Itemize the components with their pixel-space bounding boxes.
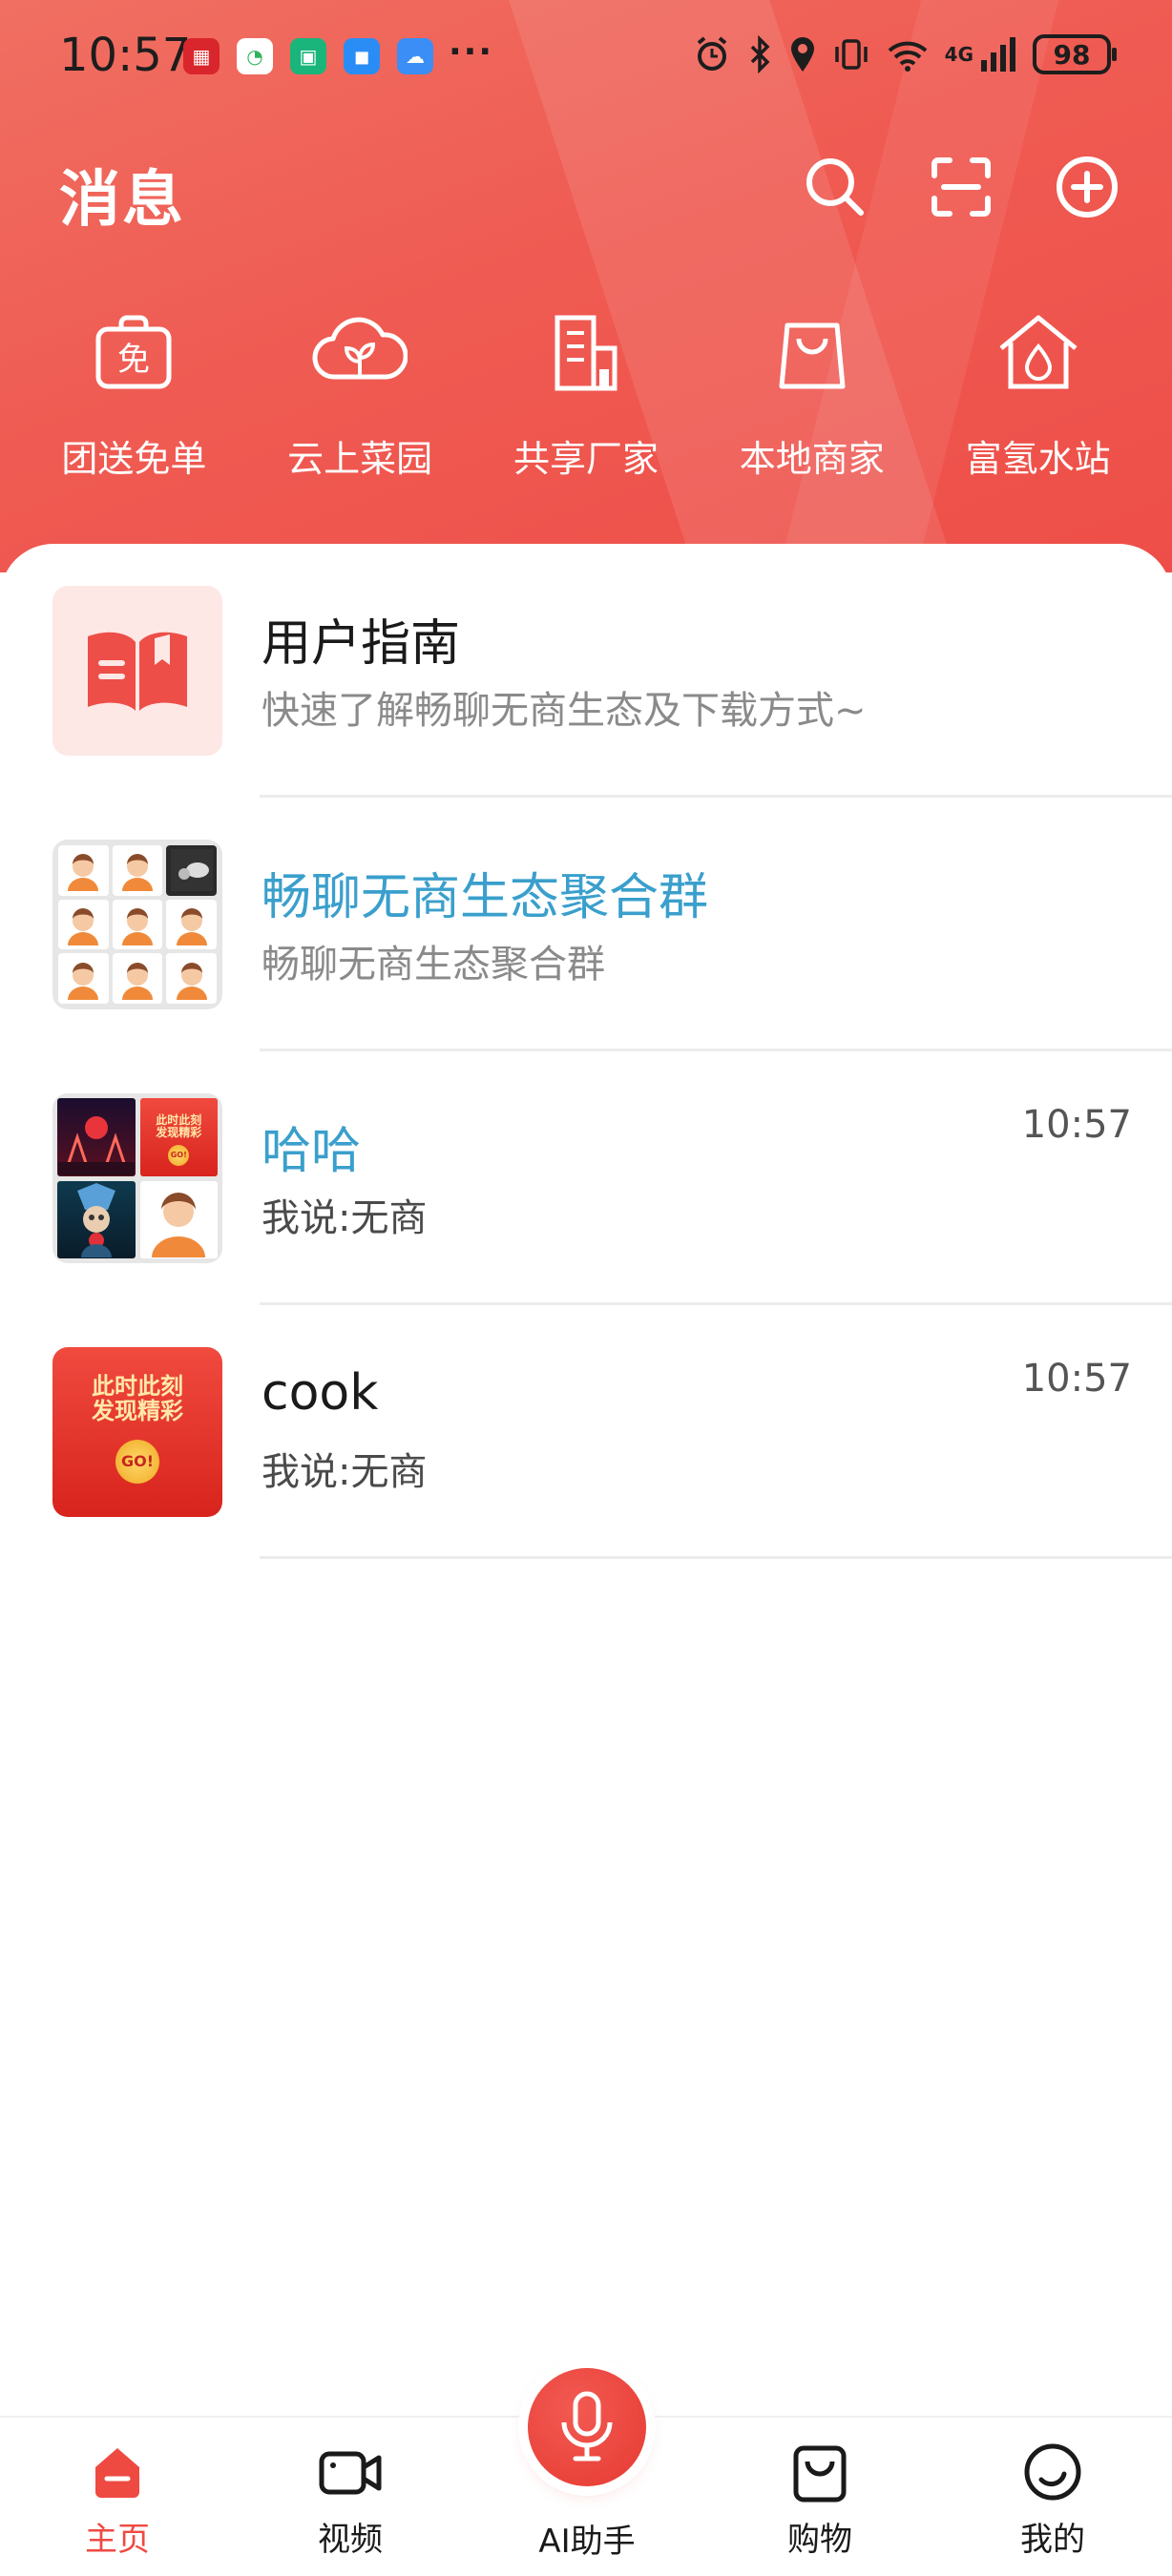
- quick-menu-free-delivery[interactable]: 免 团送免单: [38, 305, 229, 482]
- chat-list: 用户指南 快速了解畅聊无商生态及下载方式~ 畅聊无商生态聚合群 畅聊无商生态聚合…: [0, 544, 1172, 2414]
- member-avatar: [57, 1098, 136, 1176]
- home-icon: [84, 2439, 151, 2505]
- member-avatar: [166, 845, 217, 896]
- group-avatar: [52, 840, 222, 1009]
- avatar: 此时此刻 发现精彩 GO!: [52, 1347, 222, 1517]
- chat-name: 畅聊无商生态聚合群: [262, 869, 709, 926]
- promo-line: 发现精彩: [92, 1398, 183, 1425]
- member-avatar: [112, 953, 163, 1004]
- nav-shopping[interactable]: 购物: [743, 2439, 896, 2560]
- member-avatar: [166, 899, 217, 950]
- add-button[interactable]: [1048, 148, 1126, 226]
- chat-name: 哈哈: [262, 1123, 362, 1180]
- app-notification-icon: ▦: [183, 38, 220, 74]
- member-avatar: [166, 953, 217, 1004]
- chat-item-haha[interactable]: 此时此刻 发现精彩 GO! 哈哈 我说:无商 10:57: [0, 1051, 1172, 1305]
- status-time: 10:57: [59, 29, 192, 82]
- quick-menu: 免 团送免单 云上菜园 共享厂家 本地商家 富氢水站: [0, 305, 1172, 482]
- signal-icon: [981, 37, 1015, 72]
- chat-preview: 我说:无商: [262, 1196, 428, 1240]
- quick-menu-shared-factory[interactable]: 共享厂家: [491, 305, 681, 482]
- chat-name: 用户指南: [262, 615, 461, 673]
- nav-label: AI助手: [538, 2523, 636, 2561]
- more-notifications-icon: ···: [449, 32, 494, 72]
- page-title: 消息: [59, 165, 185, 236]
- quick-menu-label: 团送免单: [61, 438, 207, 480]
- member-avatar: [112, 899, 163, 950]
- quick-menu-label: 共享厂家: [513, 438, 659, 480]
- book-icon: [88, 632, 187, 711]
- quick-menu-label: 云上菜园: [287, 438, 433, 480]
- quick-menu-cloud-garden[interactable]: 云上菜园: [264, 305, 455, 482]
- vibrate-icon: [834, 39, 868, 70]
- bluetooth-icon: [750, 35, 770, 73]
- location-icon: [790, 37, 814, 72]
- chat-preview: 快速了解畅聊无商生态及下载方式~: [262, 689, 867, 733]
- nav-profile[interactable]: 我的: [976, 2439, 1129, 2560]
- quick-menu-label: 本地商家: [739, 438, 885, 480]
- bottom-nav: 主页 视频 AI助手 购物 我的: [0, 2368, 1172, 2576]
- search-icon: [806, 158, 864, 216]
- chat-item-user-guide[interactable]: 用户指南 快速了解畅聊无商生态及下载方式~: [0, 544, 1172, 798]
- promo-text: 此时此刻 发现精彩: [92, 1374, 183, 1424]
- promo-line: 此时此刻: [92, 1373, 183, 1400]
- chat-time: 10:57: [1021, 1357, 1132, 1401]
- member-avatar: [112, 845, 163, 896]
- group-avatar: 此时此刻 发现精彩 GO!: [52, 1093, 222, 1263]
- chat-time: 10:57: [1021, 1103, 1132, 1147]
- chat-preview: 畅聊无商生态聚合群: [262, 943, 605, 987]
- water-house-icon: [991, 305, 1086, 401]
- building-icon: [538, 305, 634, 401]
- ai-assistant-button[interactable]: [528, 2368, 646, 2486]
- member-avatar: [58, 845, 109, 896]
- avatar: [52, 586, 222, 756]
- chat-preview: 我说:无商: [262, 1450, 428, 1494]
- app-notification-icon: ◔: [237, 38, 273, 74]
- battery-indicator: 98: [1033, 34, 1117, 74]
- video-icon: [317, 2439, 384, 2505]
- nav-label: 主页: [85, 2521, 150, 2559]
- member-avatar: [57, 1180, 136, 1258]
- chat-notification-icon: ◼: [344, 38, 380, 74]
- status-bar: 10:57 ▦ ◔ ▣ ◼ ☁ ··· 4G 98: [0, 0, 1172, 114]
- nav-label: 视频: [318, 2521, 383, 2559]
- header: 10:57 ▦ ◔ ▣ ◼ ☁ ··· 4G 98 消息 免 团送免单 云上菜园…: [0, 0, 1172, 572]
- weather-notification-icon: ☁: [397, 38, 433, 74]
- header-actions: [796, 148, 1126, 226]
- wifi-icon: [888, 41, 928, 72]
- member-avatar: [58, 953, 109, 1004]
- nav-home[interactable]: 主页: [41, 2439, 194, 2560]
- free-bag-icon: 免: [86, 305, 181, 401]
- chat-item-group[interactable]: 畅聊无商生态聚合群 畅聊无商生态聚合群: [0, 798, 1172, 1051]
- member-avatar: 此时此刻 发现精彩 GO!: [139, 1098, 218, 1176]
- chat-item-cook[interactable]: 此时此刻 发现精彩 GO! cook 我说:无商 10:57: [0, 1305, 1172, 1559]
- nav-label: 购物: [787, 2521, 852, 2559]
- profile-icon: [1019, 2439, 1086, 2505]
- nav-video[interactable]: 视频: [274, 2439, 427, 2560]
- svg-text:免: 免: [117, 341, 150, 379]
- app-notification-icon: ▣: [290, 38, 326, 74]
- member-avatar: [139, 1180, 218, 1258]
- shopping-bag-icon: [764, 305, 860, 401]
- microphone-icon: [561, 2391, 613, 2462]
- divider: [260, 1556, 1172, 1559]
- quick-menu-label: 富氢水站: [965, 438, 1111, 480]
- add-circle-icon: [1057, 156, 1118, 218]
- promo-go-badge: GO!: [115, 1439, 159, 1484]
- chat-name: cook: [262, 1364, 379, 1422]
- alarm-icon: [697, 36, 726, 71]
- search-button[interactable]: [796, 148, 874, 226]
- member-avatar: [58, 899, 109, 950]
- scan-icon: [931, 157, 991, 217]
- scan-button[interactable]: [922, 148, 1000, 226]
- cloud-leaf-icon: [312, 305, 408, 401]
- nav-label: 我的: [1020, 2521, 1085, 2559]
- shopping-bag-icon: [786, 2439, 853, 2505]
- quick-menu-hydrogen-water[interactable]: 富氢水站: [943, 305, 1134, 482]
- notification-icons: ▦ ◔ ▣ ◼ ☁: [183, 38, 433, 74]
- network-type: 4G: [944, 43, 973, 66]
- quick-menu-local-merchant[interactable]: 本地商家: [717, 305, 908, 482]
- status-indicators: 4G 98: [693, 34, 1117, 74]
